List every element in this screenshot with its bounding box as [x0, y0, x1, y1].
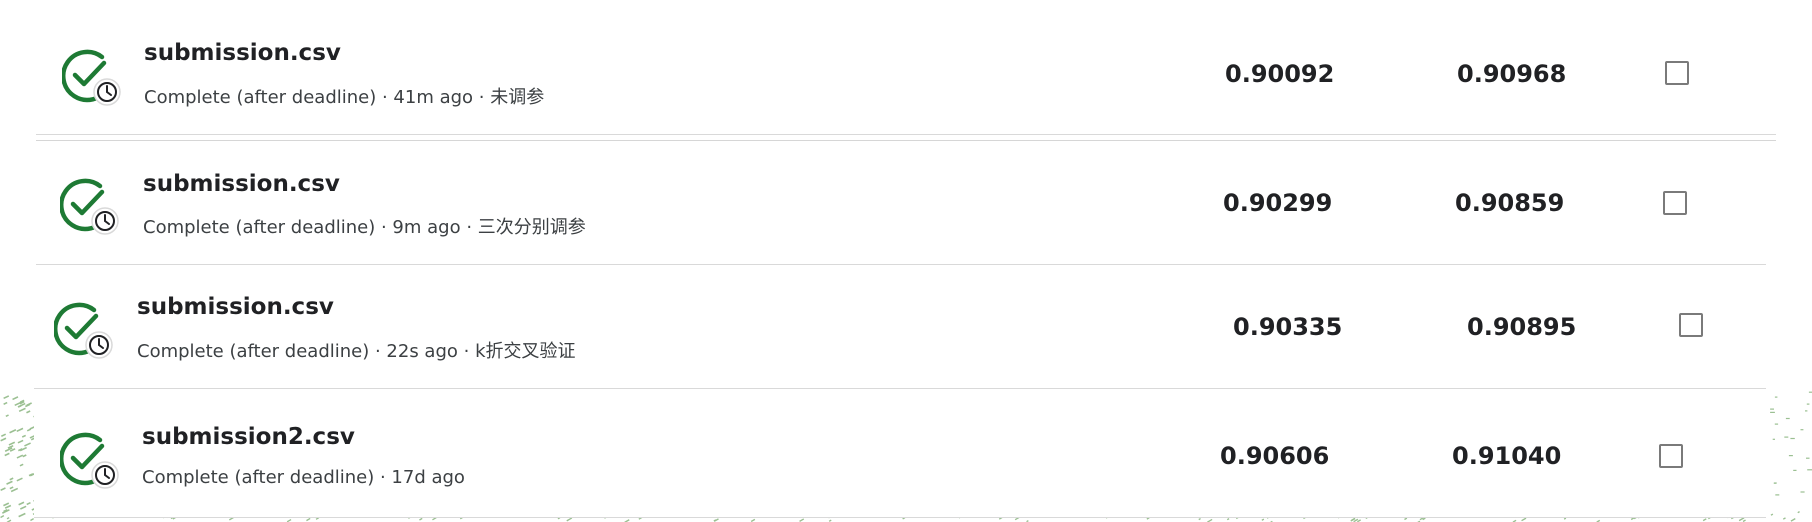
- submission-row: submission.csv Complete (after deadline)…: [34, 265, 1766, 389]
- private-score: 0.90335: [1233, 313, 1343, 341]
- submission-status-text: Complete (after deadline) · 17d ago: [142, 467, 465, 488]
- submission-status-text: Complete (after deadline) · 22s ago · k折…: [137, 341, 576, 362]
- check-circle-with-clock-icon: [62, 49, 121, 106]
- status-complete-icon: [62, 48, 128, 114]
- select-checkbox[interactable]: [1665, 61, 1689, 85]
- check-circle-with-clock-icon: [60, 432, 119, 489]
- submission-filename[interactable]: submission.csv: [144, 40, 341, 66]
- private-score: 0.90299: [1223, 189, 1333, 217]
- submission-row: submission2.csv Complete (after deadline…: [34, 397, 1766, 518]
- select-checkbox[interactable]: [1659, 444, 1683, 468]
- status-complete-icon: [60, 431, 126, 497]
- select-checkbox[interactable]: [1663, 191, 1687, 215]
- check-circle-with-clock-icon: [60, 178, 119, 235]
- submissions-list: submission.csv Complete (after deadline)…: [0, 0, 1812, 522]
- public-score: 0.90859: [1455, 189, 1565, 217]
- submission-filename[interactable]: submission2.csv: [142, 424, 355, 450]
- status-complete-icon: [54, 301, 120, 367]
- submission-row: submission.csv Complete (after deadline)…: [36, 141, 1766, 265]
- submission-status-text: Complete (after deadline) · 41m ago · 未调…: [144, 87, 545, 108]
- check-circle-with-clock-icon: [54, 302, 113, 359]
- submission-row: submission.csv Complete (after deadline)…: [36, 8, 1776, 135]
- submission-status-text: Complete (after deadline) · 9m ago · 三次分…: [143, 217, 586, 238]
- select-checkbox[interactable]: [1679, 313, 1703, 337]
- private-score: 0.90092: [1225, 60, 1335, 88]
- public-score: 0.90895: [1467, 313, 1577, 341]
- status-complete-icon: [60, 177, 126, 243]
- public-score: 0.91040: [1452, 442, 1562, 470]
- submission-filename[interactable]: submission.csv: [143, 171, 340, 197]
- private-score: 0.90606: [1220, 442, 1330, 470]
- public-score: 0.90968: [1457, 60, 1567, 88]
- submission-filename[interactable]: submission.csv: [137, 294, 334, 320]
